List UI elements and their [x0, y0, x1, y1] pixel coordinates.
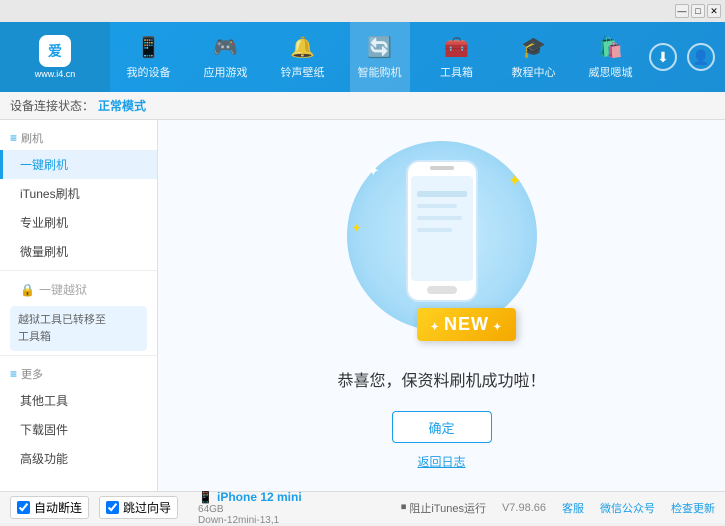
confirm-button[interactable]: 确定	[392, 411, 492, 443]
sidebar-section-flash: ≡ 刷机	[0, 124, 157, 150]
stop-itunes-label: 阻止iTunes运行	[409, 500, 486, 516]
sparkle-2: ✦	[508, 171, 521, 191]
weisi-store-icon: 🛍️	[598, 35, 623, 60]
jailbreak-label: 一键越狱	[39, 281, 87, 298]
sidebar-item-other-tools[interactable]: 其他工具	[0, 386, 157, 415]
more-section-icon: ≡	[10, 367, 17, 381]
phone-icon: 📱	[198, 490, 213, 504]
nav-label-my-device: 我的设备	[127, 64, 171, 80]
logo: 爱 www.i4.cn	[0, 22, 110, 92]
device-info: 📱 iPhone 12 mini 64GB Down-12mini-13,1	[198, 490, 302, 526]
sidebar-section-more: ≡ 更多	[0, 360, 157, 386]
sidebar-item-advanced[interactable]: 高级功能	[0, 444, 157, 473]
sidebar-divider-1	[0, 270, 157, 271]
nav-item-smart-shop[interactable]: 🔄 智能购机	[350, 22, 410, 92]
nav: 📱 我的设备 🎮 应用游戏 🔔 铃声壁纸 🔄 智能购机 🧰 工具箱 🎓 教程中心…	[110, 22, 649, 92]
lock-icon: 🔒	[20, 283, 35, 297]
flash-section-icon: ≡	[10, 131, 17, 145]
nav-item-apps-games[interactable]: 🎮 应用游戏	[196, 22, 256, 92]
flash-section-label: 刷机	[21, 130, 43, 146]
check-update-link[interactable]: 检查更新	[671, 500, 715, 516]
skip-wizard-checkbox[interactable]: 跳过向导	[99, 496, 178, 519]
sidebar-note: 越狱工具已转移至 工具箱	[10, 306, 147, 351]
nav-label-smart-shop: 智能购机	[358, 64, 402, 80]
device-name: iPhone 12 mini	[217, 490, 302, 504]
sidebar-item-micro-flash[interactable]: 微量刷机	[0, 237, 157, 266]
device-model: Down-12mini-13,1	[198, 515, 302, 526]
nav-item-toolbox[interactable]: 🧰 工具箱	[427, 22, 487, 92]
phone-illustration: NEW ✦ ✦ ✦	[342, 141, 542, 351]
user-button[interactable]: 👤	[687, 43, 715, 71]
close-button[interactable]: ✕	[707, 4, 721, 18]
nav-label-tutorial: 教程中心	[512, 64, 556, 80]
more-section-label: 更多	[21, 366, 43, 382]
ringtones-icon: 🔔	[290, 35, 315, 60]
content-area: NEW ✦ ✦ ✦ 恭喜您，保资料刷机成功啦！ 确定 返回日志	[158, 120, 725, 491]
bottom-right: ⏹ 阻止iTunes运行 V7.98.66 客服 微信公众号 检查更新	[401, 500, 715, 516]
nav-item-weisi-store[interactable]: 🛍️ 威思嗯城	[581, 22, 641, 92]
smart-shop-icon: 🔄	[367, 35, 392, 60]
sidebar: ≡ 刷机 一键刷机 iTunes刷机 专业刷机 微量刷机 🔒 一键越狱 越狱工具…	[0, 120, 158, 491]
nav-item-my-device[interactable]: 📱 我的设备	[119, 22, 179, 92]
wechat-link[interactable]: 微信公众号	[600, 500, 655, 516]
title-bar: — □ ✕	[0, 0, 725, 22]
maximize-button[interactable]: □	[691, 4, 705, 18]
nav-right: ⬇ 👤	[649, 43, 725, 71]
nav-label-apps-games: 应用游戏	[204, 64, 248, 80]
apps-games-icon: 🎮	[213, 35, 238, 60]
stop-icon: ⏹	[401, 501, 407, 514]
skip-wizard-input[interactable]	[106, 501, 119, 514]
sidebar-item-one-key-flash[interactable]: 一键刷机	[0, 150, 157, 179]
auto-disconnect-input[interactable]	[17, 501, 30, 514]
sparkle-1: ✦	[367, 161, 380, 181]
sidebar-item-itunes-flash[interactable]: iTunes刷机	[0, 179, 157, 208]
sidebar-item-jailbreak: 🔒 一键越狱	[0, 275, 157, 302]
auto-disconnect-label: 自动断连	[34, 499, 82, 516]
nav-item-tutorial[interactable]: 🎓 教程中心	[504, 22, 564, 92]
status-bar: 设备连接状态： 正常模式	[0, 92, 725, 120]
new-badge: NEW	[417, 308, 517, 341]
stop-itunes: ⏹ 阻止iTunes运行	[401, 500, 486, 516]
success-text: 恭喜您，保资料刷机成功啦！	[337, 367, 545, 391]
toolbox-icon: 🧰	[444, 35, 469, 60]
download-button[interactable]: ⬇	[649, 43, 677, 71]
back-link[interactable]: 返回日志	[417, 453, 465, 470]
sidebar-item-download-firmware[interactable]: 下载固件	[0, 415, 157, 444]
minimize-button[interactable]: —	[675, 4, 689, 18]
bottom-bar: 自动断连 跳过向导 📱 iPhone 12 mini 64GB Down-12m…	[0, 491, 725, 523]
nav-label-toolbox: 工具箱	[440, 64, 473, 80]
device-capacity: 64GB	[198, 504, 302, 515]
nav-label-ringtones: 铃声壁纸	[281, 64, 325, 80]
version-label: V7.98.66	[502, 502, 546, 514]
nav-label-weisi-store: 威思嗯城	[589, 64, 633, 80]
header: 爱 www.i4.cn 📱 我的设备 🎮 应用游戏 🔔 铃声壁纸 🔄 智能购机 …	[0, 22, 725, 92]
nav-item-ringtones[interactable]: 🔔 铃声壁纸	[273, 22, 333, 92]
skip-wizard-label: 跳过向导	[123, 499, 171, 516]
sidebar-item-pro-flash[interactable]: 专业刷机	[0, 208, 157, 237]
logo-icon: 爱	[39, 35, 71, 67]
logo-url: www.i4.cn	[35, 69, 76, 79]
status-label: 设备连接状态：	[10, 97, 94, 114]
tutorial-icon: 🎓	[521, 35, 546, 60]
service-link[interactable]: 客服	[562, 500, 584, 516]
my-device-icon: 📱	[136, 35, 161, 60]
auto-disconnect-checkbox[interactable]: 自动断连	[10, 496, 89, 519]
sparkle-3: ✦	[352, 221, 362, 235]
phone-svg	[402, 156, 482, 314]
status-value: 正常模式	[98, 97, 146, 114]
sidebar-divider-2	[0, 355, 157, 356]
main-area: ≡ 刷机 一键刷机 iTunes刷机 专业刷机 微量刷机 🔒 一键越狱 越狱工具…	[0, 120, 725, 491]
